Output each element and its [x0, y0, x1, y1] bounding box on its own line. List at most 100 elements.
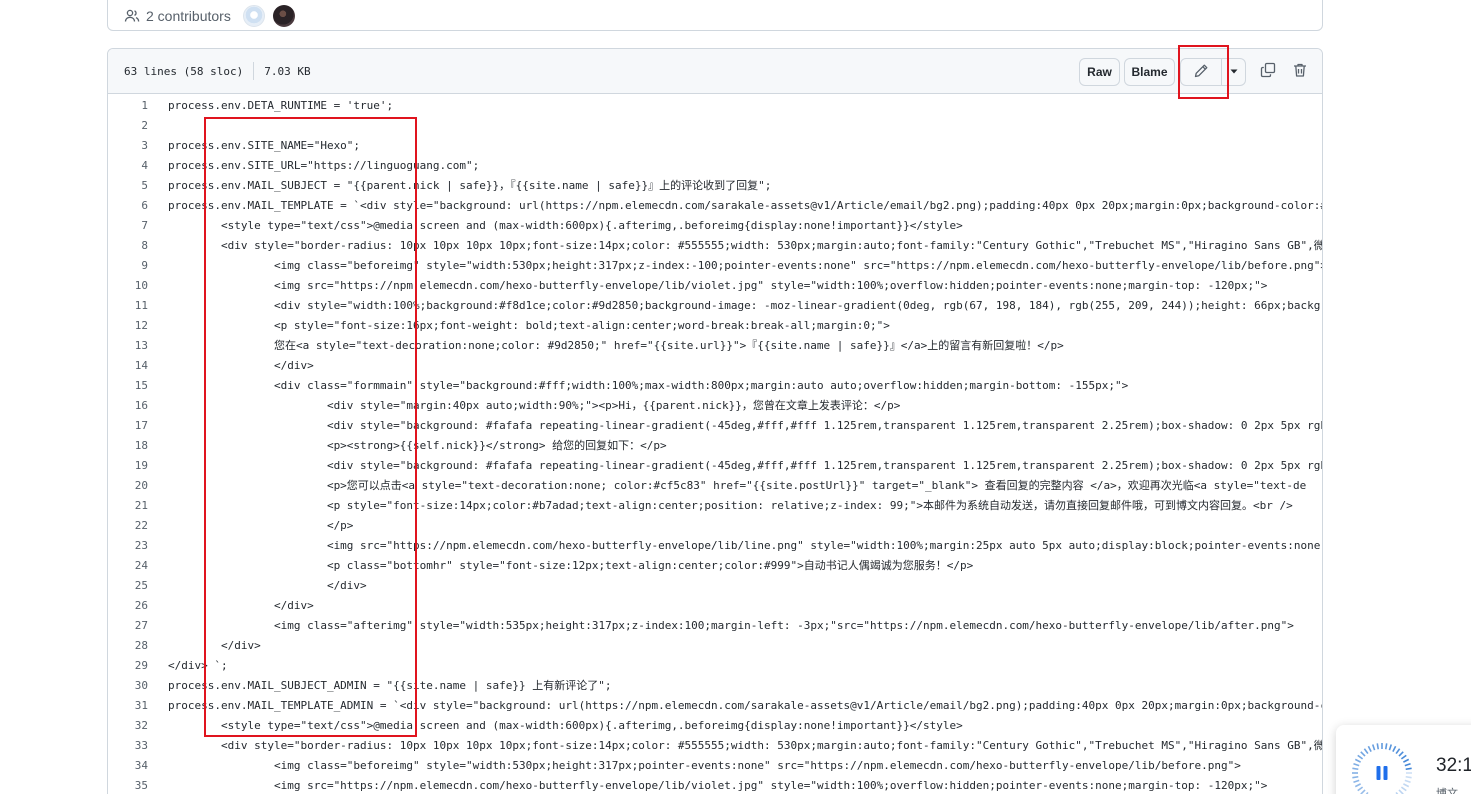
line-number[interactable]: 12: [108, 319, 148, 332]
code-line: 31 process.env.MAIL_TEMPLATE_ADMIN = `<di…: [108, 695, 1322, 715]
line-number[interactable]: 28: [108, 639, 148, 652]
code-line: 3 process.env.SITE_NAME="Hexo";: [108, 135, 1322, 155]
code-text: <p style="font-size:16px;font-weight: bo…: [168, 318, 890, 332]
avatar[interactable]: [242, 5, 265, 27]
file-header: 63 lines (58 sloc) 7.03 KB Raw Blame: [108, 49, 1322, 94]
trash-icon: [1292, 62, 1308, 83]
code-line: 14 </div>: [108, 355, 1322, 375]
line-number[interactable]: 15: [108, 379, 148, 392]
line-number[interactable]: 3: [108, 139, 148, 152]
media-widget[interactable]: 32:1 博文: [1336, 725, 1471, 794]
line-number[interactable]: 35: [108, 779, 148, 792]
contributors-row[interactable]: 2 contributors: [124, 5, 295, 27]
code-text: process.env.MAIL_SUBJECT = "{{parent.nic…: [168, 179, 772, 192]
line-number[interactable]: 23: [108, 539, 148, 552]
line-number[interactable]: 9: [108, 259, 148, 272]
line-number[interactable]: 33: [108, 739, 148, 752]
code-line: 5 process.env.MAIL_SUBJECT = "{{parent.ni…: [108, 175, 1322, 195]
line-number[interactable]: 34: [108, 759, 148, 772]
line-number[interactable]: 30: [108, 679, 148, 692]
line-number[interactable]: 2: [108, 119, 148, 132]
line-number[interactable]: 6: [108, 199, 148, 212]
line-number[interactable]: 11: [108, 299, 148, 312]
line-number[interactable]: 4: [108, 159, 148, 172]
line-number[interactable]: 18: [108, 439, 148, 452]
line-number[interactable]: 20: [108, 479, 148, 492]
line-number[interactable]: 19: [108, 459, 148, 472]
line-number[interactable]: 10: [108, 279, 148, 292]
code-line: 30 process.env.MAIL_SUBJECT_ADMIN = "{{si…: [108, 675, 1322, 695]
code-text: process.env.DETA_RUNTIME = 'true';: [168, 98, 394, 112]
file-info: 63 lines (58 sloc) 7.03 KB: [124, 62, 311, 80]
code-text: <img class="afterimg" style="width:535px…: [168, 618, 1294, 632]
pause-icon[interactable]: [1350, 741, 1414, 794]
code-line: 19 <div style="background: #fafafa repea…: [108, 455, 1322, 475]
line-number[interactable]: 16: [108, 399, 148, 412]
blame-button[interactable]: Blame: [1124, 58, 1175, 86]
code-line: 29 </div> `;: [108, 655, 1322, 675]
code-text: </div>: [168, 578, 367, 592]
code-view: 1 process.env.DETA_RUNTIME = 'true'; 2 3 pro…: [108, 95, 1322, 794]
code-text: <p>您可以点击<a style="text-decoration:none; …: [168, 479, 1307, 492]
copy-button[interactable]: [1254, 58, 1282, 86]
pencil-icon: [1193, 63, 1209, 82]
line-number[interactable]: 25: [108, 579, 148, 592]
edit-dropdown-button[interactable]: [1222, 58, 1246, 86]
code-line: 11 <div style="width:100%;background:#f8…: [108, 295, 1322, 315]
code-line: 1 process.env.DETA_RUNTIME = 'true';: [108, 95, 1322, 115]
avatar[interactable]: [272, 5, 295, 27]
line-number[interactable]: 1: [108, 99, 148, 112]
delete-button[interactable]: [1286, 58, 1314, 86]
code-line: 4 process.env.SITE_URL="https://linguogua…: [108, 155, 1322, 175]
code-line: 2: [108, 115, 1322, 135]
line-number[interactable]: 8: [108, 239, 148, 252]
code-line: 33 <div style="border-radius: 10px 10px …: [108, 735, 1322, 755]
code-text: process.env.MAIL_TEMPLATE = `<div style=…: [168, 198, 1323, 212]
contributors-label[interactable]: 2 contributors: [146, 8, 231, 24]
code-line: 34 <img class="beforeimg" style="width:5…: [108, 755, 1322, 775]
code-text: </div>: [168, 358, 314, 372]
code-line: 27 <img class="afterimg" style="width:53…: [108, 615, 1322, 635]
code-text: <style type="text/css">@media screen and…: [168, 718, 963, 732]
code-text: process.env.SITE_URL="https://linguoguan…: [168, 158, 480, 172]
code-line: 20 <p>您可以点击<a style="text-decoration:non…: [108, 475, 1322, 495]
timer-subtext: 博文: [1436, 788, 1458, 794]
code-text: </div>: [168, 638, 261, 652]
code-text: <div style="width:100%;background:#f8d1c…: [168, 298, 1323, 312]
code-line: 6 process.env.MAIL_TEMPLATE = `<div style…: [108, 195, 1322, 215]
raw-button[interactable]: Raw: [1079, 58, 1120, 86]
code-text: 您在<a style="text-decoration:none;color: …: [168, 339, 1064, 352]
line-number[interactable]: 17: [108, 419, 148, 432]
code-text: <img src="https://npm.elemecdn.com/hexo-…: [168, 778, 1268, 792]
line-number[interactable]: 14: [108, 359, 148, 372]
copy-icon: [1260, 62, 1276, 83]
code-text: <p><strong>{{self.nick}}</strong> 给您的回复如…: [168, 439, 667, 452]
file-viewer: 63 lines (58 sloc) 7.03 KB Raw Blame 1 p…: [107, 48, 1323, 794]
code-line: 25 </div>: [108, 575, 1322, 595]
contributors-box: 2 contributors: [107, 0, 1323, 31]
divider: [253, 62, 255, 80]
code-line: 26 </div>: [108, 595, 1322, 615]
code-text: </p>: [168, 518, 354, 532]
line-number[interactable]: 26: [108, 599, 148, 612]
line-number[interactable]: 31: [108, 699, 148, 712]
line-number[interactable]: 5: [108, 179, 148, 192]
edit-button[interactable]: [1180, 58, 1222, 86]
line-number[interactable]: 24: [108, 559, 148, 572]
code-text: <img src="https://npm.elemecdn.com/hexo-…: [168, 278, 1268, 292]
code-text: <img class="beforeimg" style="width:530p…: [168, 758, 1241, 772]
timer-text: 32:1: [1436, 755, 1471, 776]
code-text: <div style="margin:40px auto;width:90%;"…: [168, 399, 901, 412]
code-text: process.env.MAIL_TEMPLATE_ADMIN = `<div …: [168, 698, 1323, 712]
line-number[interactable]: 13: [108, 339, 148, 352]
people-icon: [124, 8, 140, 24]
line-number[interactable]: 22: [108, 519, 148, 532]
line-number[interactable]: 29: [108, 659, 148, 672]
lines-count: 63 lines (58 sloc): [124, 64, 244, 78]
line-number[interactable]: 32: [108, 719, 148, 732]
line-number[interactable]: 27: [108, 619, 148, 632]
code-line: 24 <p class="bottomhr" style="font-size:…: [108, 555, 1322, 575]
line-number[interactable]: 21: [108, 499, 148, 512]
code-line: 28 </div>: [108, 635, 1322, 655]
line-number[interactable]: 7: [108, 219, 148, 232]
